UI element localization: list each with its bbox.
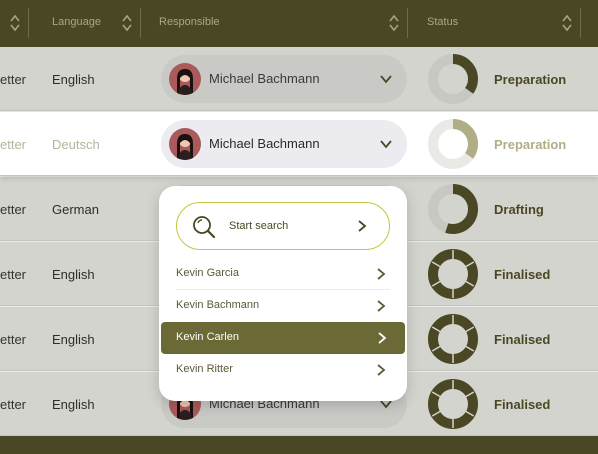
table-row[interactable]: etter English Michael Bachmann Preparation [0,47,598,111]
sort-arrows-icon[interactable] [560,13,574,33]
dropdown-option-kevin-ritter[interactable]: Kevin Ritter [176,354,390,386]
chevron-right-icon [377,364,386,376]
status-progress-ring [428,54,478,104]
chevron-down-icon [380,75,392,84]
row-language: English [52,332,95,347]
row-language: German [52,202,99,217]
column-divider [407,8,408,38]
chevron-right-icon [377,268,386,280]
status-badge: Preparation [494,72,567,87]
search-placeholder: Start search [229,220,289,232]
chevron-down-icon [380,140,392,149]
chevron-right-icon [378,332,387,344]
option-label: Kevin Carlen [176,331,239,343]
sort-arrows-icon[interactable] [387,13,401,33]
row-language: English [52,72,95,87]
sort-arrows-icon[interactable] [120,13,134,33]
row-language: English [52,267,95,282]
row-name: etter [0,72,27,87]
status-badge: Preparation [494,137,567,152]
dropdown-option-kevin-garcia[interactable]: Kevin Garcia [176,258,390,290]
option-label: Kevin Ritter [176,363,233,375]
row-language: Deutsch [52,137,100,152]
status-progress-ring [428,379,478,429]
row-name: etter [0,267,27,282]
responsible-name: Michael Bachmann [209,71,320,86]
column-divider [28,8,29,38]
sort-arrows-icon[interactable] [8,13,22,33]
search-input[interactable]: Start search [176,202,390,250]
status-progress-ring [428,249,478,299]
status-badge: Finalised [494,332,551,347]
avatar [169,128,201,160]
chevron-right-icon [377,300,386,312]
column-header-status[interactable]: Status [427,16,458,28]
status-badge: Finalised [494,397,551,412]
search-icon [193,216,216,239]
responsible-name: Michael Bachmann [209,136,320,151]
dropdown-option-kevin-bachmann[interactable]: Kevin Bachmann [176,290,390,322]
status-progress-ring [428,119,478,169]
row-name: etter [0,397,27,412]
responsible-select[interactable]: Michael Bachmann [161,120,407,168]
status-progress-ring [428,314,478,364]
option-label: Kevin Bachmann [176,299,260,311]
responsible-select[interactable]: Michael Bachmann [161,55,407,103]
avatar [169,63,201,95]
status-badge: Finalised [494,267,551,282]
dropdown-option-kevin-carlen[interactable]: Kevin Carlen [161,322,405,354]
responsible-dropdown-panel: Start search Kevin Garcia Kevin Bachmann… [159,186,407,401]
table-row-active[interactable]: etter Deutsch Michael Bachmann Preparation [0,112,598,176]
column-divider [580,8,581,38]
table-footer [0,436,598,454]
row-language: English [52,397,95,412]
column-header-responsible[interactable]: Responsible [159,16,220,28]
row-name: etter [0,202,27,217]
column-divider [140,8,141,38]
row-name: etter [0,332,27,347]
row-name: etter [0,137,27,152]
table-header: Language Responsible Status [0,0,598,47]
option-label: Kevin Garcia [176,267,239,279]
status-badge: Drafting [494,202,544,217]
chevron-right-icon[interactable] [355,219,369,233]
status-progress-ring [428,184,478,234]
column-header-language[interactable]: Language [52,16,101,28]
